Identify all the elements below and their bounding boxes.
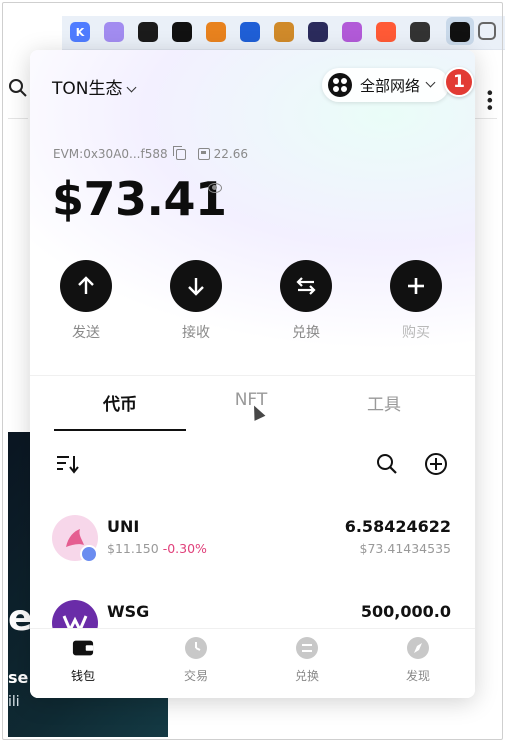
sort-icon[interactable]	[55, 452, 79, 476]
chevron-down-icon	[425, 77, 436, 87]
cloud-extension-icon[interactable]	[308, 22, 328, 42]
arrow-up-icon	[60, 260, 112, 312]
active-wallet-extension-icon[interactable]	[450, 22, 470, 42]
token-amount: 500,000.0	[360, 602, 451, 621]
total-balance: $73.41	[52, 172, 227, 226]
compass-icon	[407, 637, 429, 659]
page-divider-right	[475, 118, 497, 119]
send-label: 发送	[72, 325, 100, 341]
page-banner-text: e	[8, 598, 33, 639]
tab-tokens[interactable]: 代币	[55, 390, 185, 415]
network-selector-label: 全部网络	[360, 76, 421, 95]
token-amount: 6.58424622	[344, 517, 451, 536]
nav-swap[interactable]: 兑换	[267, 637, 347, 684]
nav-wallet[interactable]: 钱包	[43, 637, 123, 684]
puzzle-extension-icon[interactable]	[478, 22, 496, 40]
gas-station-icon	[197, 148, 210, 160]
metamask-extension-icon[interactable]	[206, 22, 226, 42]
arrow-down-icon	[170, 260, 222, 312]
chevron-down-icon	[127, 82, 137, 93]
gas-value: 22.66	[213, 147, 248, 161]
robot-extension-icon[interactable]	[342, 22, 362, 42]
active-tab-indicator	[54, 429, 186, 431]
token-change: -0.30%	[162, 541, 207, 556]
copy-icon[interactable]	[172, 145, 186, 160]
shield-extension-icon[interactable]	[240, 22, 260, 42]
wallet-popup: TON生态 全部网络 EVM:0x30A0...f588 22.66 $73.4…	[30, 50, 475, 698]
page-more-icon[interactable]: •••	[480, 88, 499, 110]
nav-wallet-label: 钱包	[70, 669, 95, 683]
section-divider	[30, 375, 475, 376]
nav-discover[interactable]: 发现	[378, 637, 458, 684]
address-row: EVM:0x30A0...f588 22.66	[53, 145, 248, 161]
swap-label: 兑换	[292, 325, 320, 341]
pointer-extension-icon[interactable]	[410, 22, 430, 42]
send-button[interactable]: 发送	[46, 260, 126, 342]
ghost-extension-icon[interactable]	[104, 22, 124, 42]
token-price: $11.150	[107, 541, 159, 556]
wallet-address: EVM:0x30A0...f588	[53, 147, 168, 161]
a-extension-icon[interactable]	[376, 22, 396, 42]
eye-icon[interactable]	[208, 183, 222, 193]
dice-extension-icon[interactable]	[172, 22, 192, 42]
nav-trade-label: 交易	[183, 669, 208, 683]
page-search-icon[interactable]	[8, 78, 30, 100]
network-title-button[interactable]: TON生态	[52, 74, 137, 99]
add-token-icon[interactable]	[424, 452, 448, 476]
ethereum-chain-icon	[80, 545, 98, 563]
page-banner-text: ili	[8, 694, 20, 710]
swap-icon	[280, 260, 332, 312]
search-icon[interactable]	[375, 452, 399, 476]
nav-trade[interactable]: 交易	[156, 637, 236, 684]
token-row[interactable]: UNI $11.150 -0.30% 6.58424622 $73.4143453…	[30, 515, 475, 579]
plus-icon	[390, 260, 442, 312]
page-banner-text: se	[8, 668, 29, 687]
receive-label: 接收	[182, 325, 210, 341]
buy-button[interactable]: 购买	[376, 260, 456, 342]
step-number-badge: 1	[444, 67, 474, 97]
wallet-icon	[72, 637, 94, 659]
nav-swap-label: 兑换	[294, 669, 319, 683]
clock-icon	[185, 637, 207, 659]
network-selector[interactable]: 全部网络	[322, 68, 449, 102]
tab-tools[interactable]: 工具	[319, 390, 449, 415]
action-row: 发送 接收 兑换 购买	[30, 260, 475, 342]
k-extension-icon[interactable]: K	[70, 22, 90, 42]
swap-button[interactable]: 兑换	[266, 260, 346, 342]
grid-icon	[328, 73, 352, 97]
bottom-navigation: 钱包 交易 兑换 发现	[30, 628, 475, 698]
token-symbol: UNI	[107, 517, 140, 536]
coin-extension-icon[interactable]	[274, 22, 294, 42]
swap-nav-icon	[296, 637, 318, 659]
page-divider-left	[8, 118, 28, 119]
hex-extension-icon[interactable]	[138, 22, 158, 42]
network-title-label: TON生态	[52, 79, 123, 99]
receive-button[interactable]: 接收	[156, 260, 236, 342]
token-value: $73.41434535	[359, 541, 451, 556]
buy-label: 购买	[402, 325, 430, 341]
token-price-row: $11.150 -0.30%	[107, 541, 207, 556]
token-symbol: WSG	[107, 602, 150, 621]
nav-discover-label: 发现	[405, 669, 430, 683]
